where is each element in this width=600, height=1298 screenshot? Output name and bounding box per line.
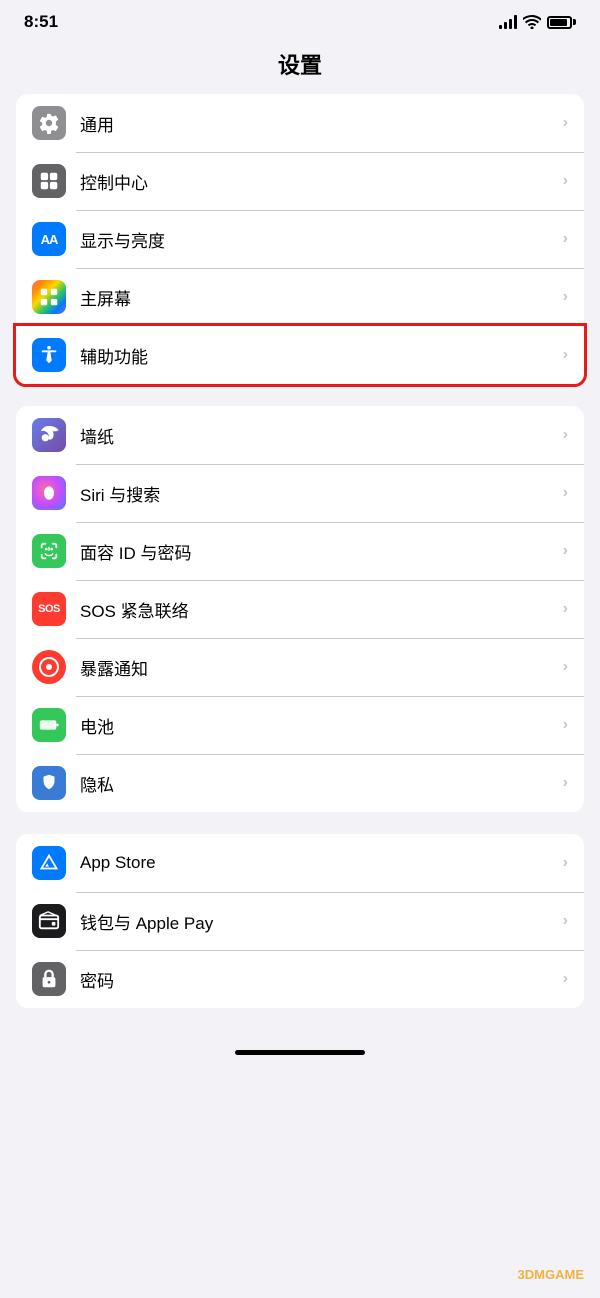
settings-group-1: 通用 › 控制中心 › AA 显示与亮度 ›: [16, 94, 584, 384]
homescreen-chevron: ›: [563, 288, 568, 306]
battery-icon: [547, 16, 576, 29]
homescreen-icon: [32, 280, 66, 314]
settings-item-accessibility[interactable]: 辅助功能 ›: [16, 326, 584, 384]
general-icon: [32, 106, 66, 140]
exposure-dot: [46, 664, 52, 670]
status-icons: [499, 15, 576, 29]
siri-icon: [32, 476, 66, 510]
sos-label: SOS 紧急联络: [80, 597, 563, 622]
battery-label: 电池: [80, 713, 563, 738]
battery-chevron: ›: [563, 716, 568, 734]
watermark: 3DMGAME: [518, 1267, 584, 1282]
settings-item-passcode[interactable]: 密码 ›: [16, 950, 584, 1008]
settings-item-wallpaper[interactable]: 墙纸 ›: [16, 406, 584, 464]
settings-item-general[interactable]: 通用 ›: [16, 94, 584, 152]
settings-item-siri[interactable]: Siri 与搜索 ›: [16, 464, 584, 522]
privacy-chevron: ›: [563, 774, 568, 792]
settings-item-faceid[interactable]: 面容 ID 与密码 ›: [16, 522, 584, 580]
settings-group-2: 墙纸 › Siri 与搜索 › 面容 ID 与密码 › SOS: [16, 406, 584, 812]
general-label: 通用: [80, 111, 563, 136]
faceid-label: 面容 ID 与密码: [80, 539, 563, 564]
exposure-label: 暴露通知: [80, 655, 563, 680]
faceid-icon: [32, 534, 66, 568]
accessibility-chevron: ›: [563, 346, 568, 364]
status-time: 8:51: [24, 12, 58, 32]
faceid-chevron: ›: [563, 542, 568, 560]
sos-chevron: ›: [563, 600, 568, 618]
settings-item-privacy[interactable]: 隐私 ›: [16, 754, 584, 812]
settings-item-control-center[interactable]: 控制中心 ›: [16, 152, 584, 210]
appstore-chevron: ›: [563, 854, 568, 872]
page-title: 设置: [278, 53, 322, 78]
settings-item-display[interactable]: AA 显示与亮度 ›: [16, 210, 584, 268]
privacy-icon: [32, 766, 66, 800]
passcode-icon: [32, 962, 66, 996]
settings-item-wallet[interactable]: 钱包与 Apple Pay ›: [16, 892, 584, 950]
settings-item-exposure[interactable]: 暴露通知 ›: [16, 638, 584, 696]
exposure-inner: [39, 657, 59, 677]
wallpaper-label: 墙纸: [80, 423, 563, 448]
general-chevron: ›: [563, 114, 568, 132]
settings-item-sos[interactable]: SOS SOS 紧急联络 ›: [16, 580, 584, 638]
passcode-chevron: ›: [563, 970, 568, 988]
privacy-label: 隐私: [80, 771, 563, 796]
display-icon: AA: [32, 222, 66, 256]
display-label: 显示与亮度: [80, 227, 563, 252]
accessibility-icon: [32, 338, 66, 372]
sos-text: SOS: [38, 603, 60, 615]
sos-icon: SOS: [32, 592, 66, 626]
page-title-bar: 设置: [0, 40, 600, 94]
siri-chevron: ›: [563, 484, 568, 502]
signal-icon: [499, 15, 517, 29]
wifi-icon: [523, 15, 541, 29]
accessibility-label: 辅助功能: [80, 343, 563, 368]
control-center-chevron: ›: [563, 172, 568, 190]
settings-group-3: App Store › 钱包与 Apple Pay › 密码 ›: [16, 834, 584, 1008]
appstore-icon: [32, 846, 66, 880]
wallpaper-chevron: ›: [563, 426, 568, 444]
status-bar: 8:51: [0, 0, 600, 40]
control-center-icon: [32, 164, 66, 198]
siri-label: Siri 与搜索: [80, 481, 563, 506]
wallet-chevron: ›: [563, 912, 568, 930]
battery-settings-icon: [32, 708, 66, 742]
settings-item-battery[interactable]: 电池 ›: [16, 696, 584, 754]
wallpaper-icon: [32, 418, 66, 452]
exposure-icon: [32, 650, 66, 684]
settings-item-homescreen[interactable]: 主屏幕 ›: [16, 268, 584, 326]
homescreen-label: 主屏幕: [80, 285, 563, 310]
appstore-label: App Store: [80, 853, 563, 873]
exposure-chevron: ›: [563, 658, 568, 676]
home-indicator: [235, 1050, 365, 1055]
wallet-icon: [32, 904, 66, 938]
display-chevron: ›: [563, 230, 568, 248]
passcode-label: 密码: [80, 967, 563, 992]
settings-item-appstore[interactable]: App Store ›: [16, 834, 584, 892]
control-center-label: 控制中心: [80, 169, 563, 194]
wallet-label: 钱包与 Apple Pay: [80, 909, 563, 934]
